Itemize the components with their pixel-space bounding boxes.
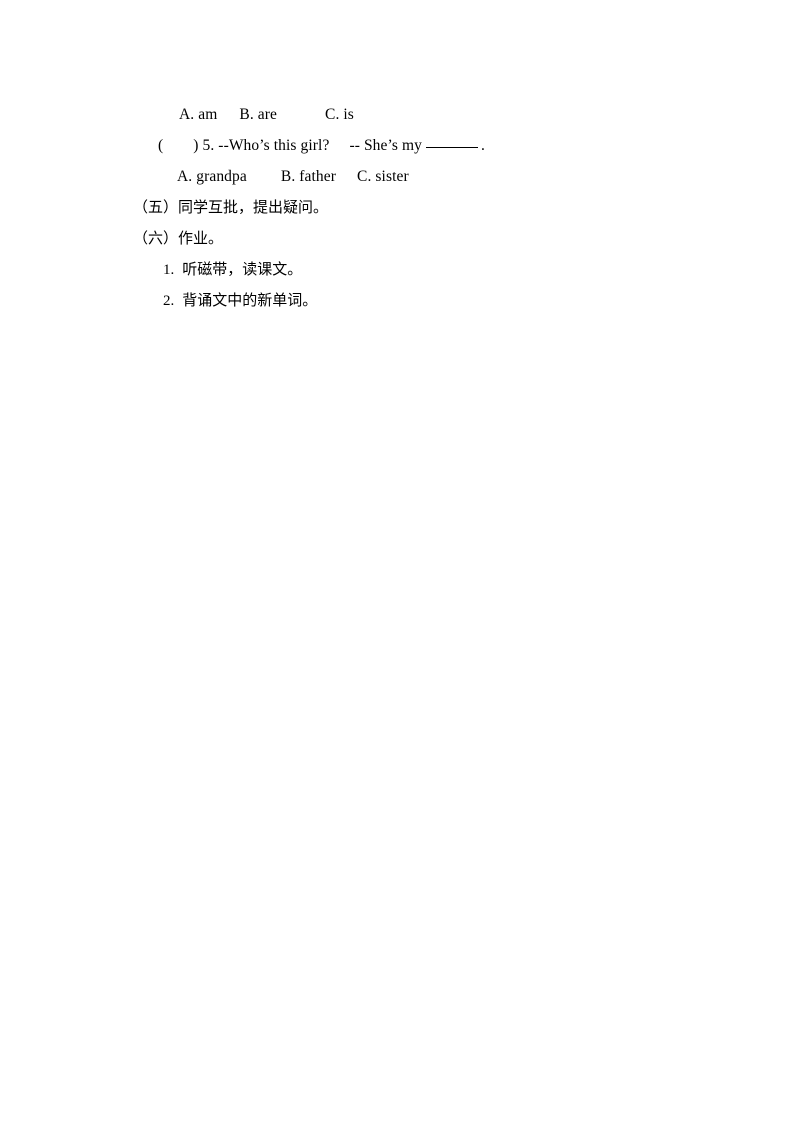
text-run: B. father (280, 168, 337, 185)
document-text-body: A. am B. are C. is ( ) 5. --Who’s this girl?… (0, 99, 794, 316)
text-line-section-six: （六）作业。 (0, 223, 794, 254)
list-number-marker: 1. (163, 262, 175, 278)
text-line-homework-item-1: 1. 听磁带，读课文。 (0, 254, 794, 285)
text-run: B. are (239, 106, 277, 123)
text-line-options-row-1: A. am B. are C. is (0, 99, 794, 130)
answer-blank-underline (426, 147, 479, 148)
text-run: -- She’s my (349, 137, 423, 154)
list-number-marker: 2. (163, 293, 175, 309)
text-run: ( (158, 137, 164, 154)
text-run: 背诵文中的新单词。 (182, 291, 318, 309)
text-line-section-five: （五）同学互批，提出疑问。 (0, 192, 794, 223)
text-run: A. am (179, 106, 218, 123)
text-run: （五）同学互批，提出疑问。 (133, 198, 329, 216)
text-line-question-5: ( ) 5. --Who’s this girl? -- She’s my. (0, 130, 794, 161)
text-run: C. sister (357, 168, 409, 185)
document-page: A. am B. are C. is ( ) 5. --Who’s this girl?… (0, 0, 794, 1123)
text-run: . (481, 137, 486, 154)
text-run: （六）作业。 (133, 229, 224, 247)
text-run: A. grandpa (177, 168, 247, 185)
text-run: C. is (325, 106, 354, 123)
text-line-homework-item-2: 2. 背诵文中的新单词。 (0, 285, 794, 316)
text-run: 听磁带，读课文。 (182, 260, 303, 278)
text-run: ) 5. --Who’s this girl? (193, 137, 330, 154)
text-line-options-row-2: A. grandpa B. father C. sister (0, 161, 794, 192)
